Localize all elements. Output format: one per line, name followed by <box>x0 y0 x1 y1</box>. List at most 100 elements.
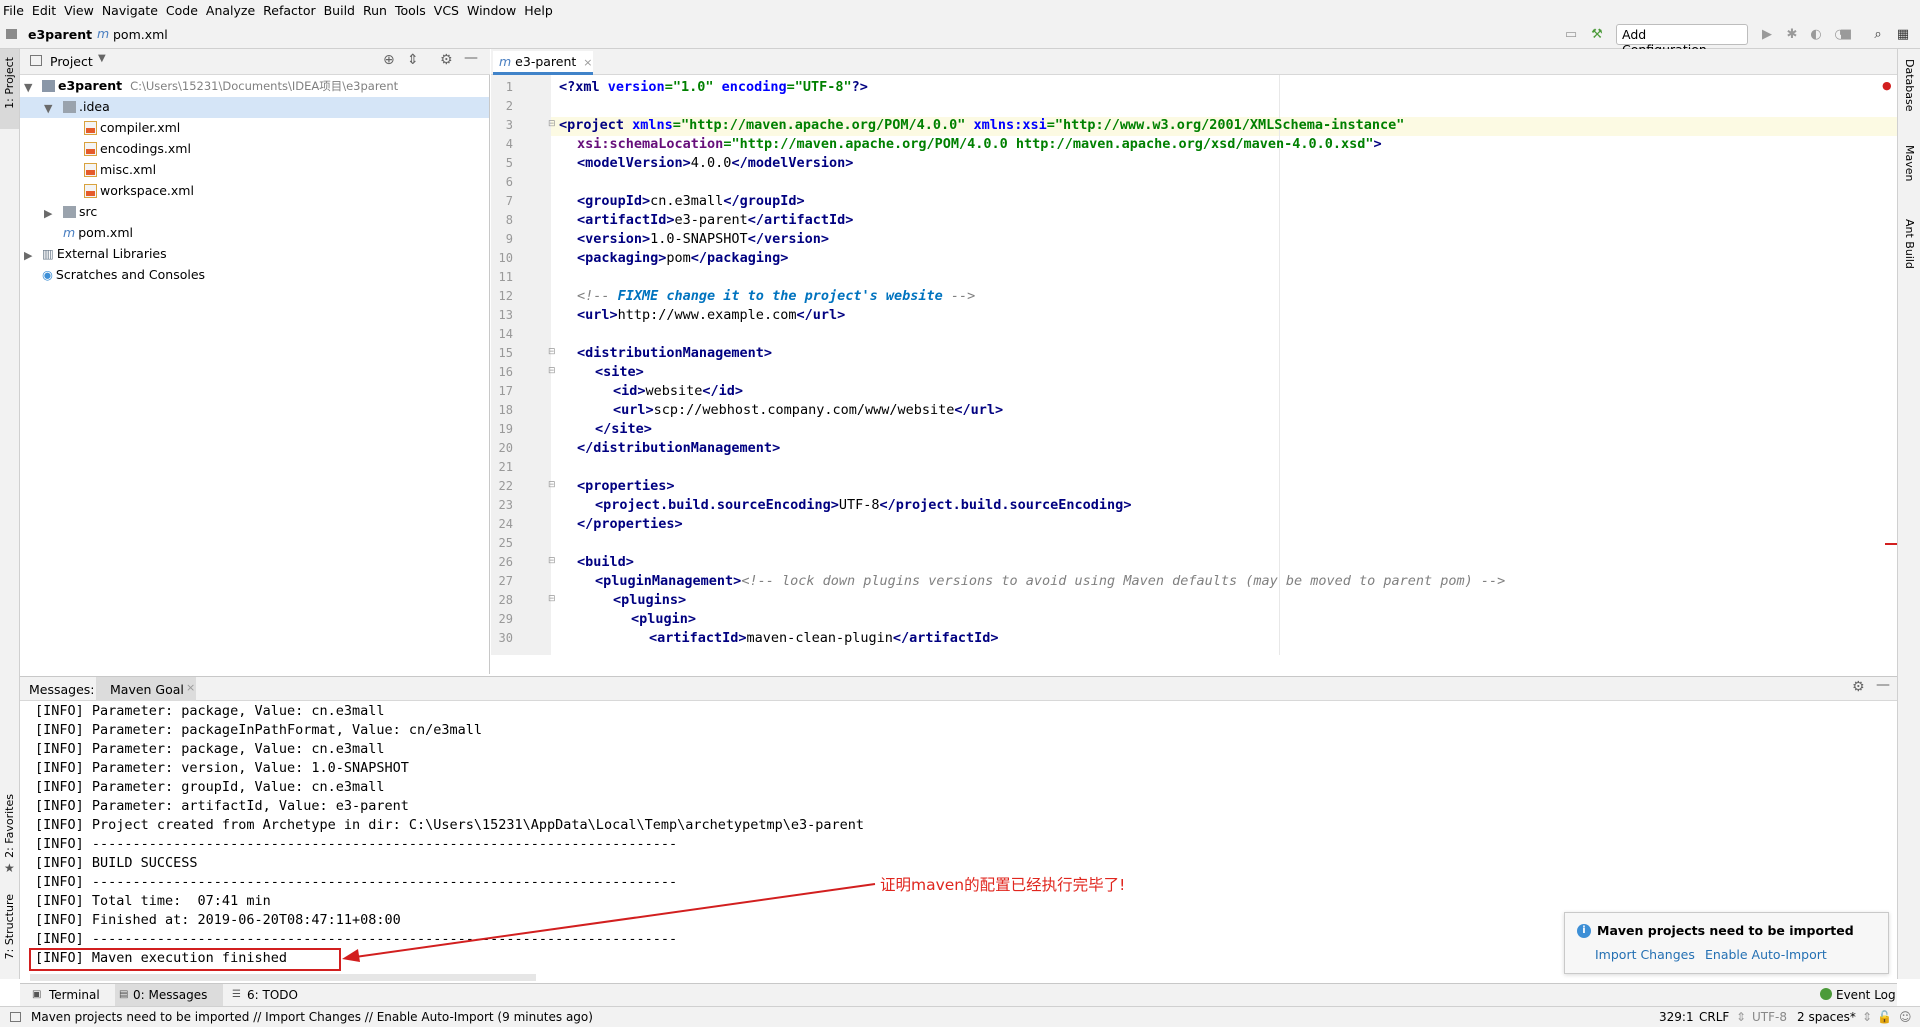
close-icon[interactable]: × <box>186 681 195 694</box>
maven-file-icon: m <box>63 225 76 240</box>
collapse-all-icon[interactable]: ⇕ <box>407 52 419 68</box>
debug-icon[interactable]: ✱ <box>1784 27 1800 43</box>
chevron-down-icon[interactable]: ▼ <box>98 53 106 64</box>
stop-icon[interactable]: ■ <box>1838 27 1854 43</box>
ant-build-tool-button[interactable]: Ant Build <box>1903 219 1916 269</box>
code-line-9: <version>1.0-SNAPSHOT</version> <box>577 231 829 247</box>
menu-run[interactable]: Run <box>360 3 390 18</box>
tree-item-pom-xml[interactable]: m pom.xml <box>63 223 133 243</box>
project-structure-icon[interactable]: ▦ <box>1895 27 1911 43</box>
editor-tab-e3-parent[interactable]: m e3-parent × <box>493 51 593 75</box>
add-configuration-button[interactable]: Add Configuration... <box>1616 24 1748 57</box>
menu-build[interactable]: Build <box>321 3 358 18</box>
favorites-tool-button[interactable]: 2: Favorites <box>3 794 16 858</box>
gear-icon[interactable]: ⚙ <box>440 52 453 68</box>
toggle-tool-windows-icon[interactable] <box>10 1012 21 1022</box>
layout-icon[interactable]: ▭ <box>1563 27 1579 43</box>
collapsed-arrow-icon[interactable]: ▶ <box>44 207 52 220</box>
tree-item-src[interactable]: src <box>63 202 97 222</box>
menu-analyze[interactable]: Analyze <box>203 3 258 18</box>
search-icon[interactable]: ⌕ <box>1870 27 1886 43</box>
project-tool-button[interactable]: 1: Project <box>3 57 16 109</box>
caret-position[interactable]: 329:1 <box>1659 1010 1694 1024</box>
menu-tools[interactable]: Tools <box>392 3 429 18</box>
maven-tool-button[interactable]: Maven <box>1903 145 1916 181</box>
lock-icon[interactable]: 🔓 <box>1877 1010 1892 1024</box>
build-hammer-icon[interactable]: ⚒ <box>1589 27 1605 43</box>
fold-icon[interactable]: ⊟ <box>548 594 556 604</box>
breadcrumb-project[interactable]: e3parent <box>28 27 92 42</box>
locate-icon[interactable]: ⊕ <box>383 52 395 68</box>
log-line: [INFO] Parameter: groupId, Value: cn.e3m… <box>35 779 385 795</box>
event-log-tool-button[interactable]: Event Log <box>1836 988 1896 1002</box>
menu-vcs[interactable]: VCS <box>431 3 462 18</box>
line-number: 16 <box>498 365 513 379</box>
tree-item-workspace-xml[interactable]: workspace.xml <box>84 181 194 201</box>
menu-window[interactable]: Window <box>464 3 519 18</box>
expand-arrow-icon[interactable]: ▼ <box>24 81 32 94</box>
status-message[interactable]: Maven projects need to be imported // Im… <box>31 1010 593 1024</box>
tree-item-root[interactable]: e3parent C:\Users\15231\Documents\IDEA项目… <box>42 76 398 96</box>
tree-item-scratches[interactable]: ◉ Scratches and Consoles <box>42 265 205 285</box>
menu-edit[interactable]: Edit <box>29 3 59 18</box>
fold-icon[interactable]: ⊟ <box>548 366 556 376</box>
menu-help[interactable]: Help <box>521 3 556 18</box>
terminal-tool-button[interactable]: Terminal <box>49 988 100 1002</box>
code-line-4: xsi:schemaLocation="http://maven.apache.… <box>577 136 1382 152</box>
database-tool-button[interactable]: Database <box>1903 59 1916 112</box>
collapsed-arrow-icon[interactable]: ▶ <box>24 249 32 262</box>
menu-refactor[interactable]: Refactor <box>260 3 318 18</box>
line-number: 28 <box>498 593 513 607</box>
file-encoding[interactable]: UTF-8 <box>1752 1010 1787 1024</box>
hide-icon[interactable]: — <box>1876 677 1890 693</box>
breadcrumb-file[interactable]: pom.xml <box>113 27 168 42</box>
menu-file[interactable]: File <box>0 3 27 18</box>
annotation-text: 证明maven的配置已经执行完毕了! <box>880 876 1126 894</box>
code-line-18: <url>scp://webhost.company.com/www/websi… <box>613 402 1004 418</box>
expand-arrow-icon[interactable]: ▼ <box>44 102 52 115</box>
close-icon[interactable]: × <box>583 56 592 69</box>
menu-code[interactable]: Code <box>163 3 201 18</box>
fold-icon[interactable]: ⊟ <box>548 480 556 490</box>
run-icon[interactable]: ▶ <box>1759 27 1775 43</box>
gear-icon[interactable]: ⚙ <box>1852 679 1865 695</box>
messages-tool-button[interactable]: 0: Messages <box>133 988 207 1002</box>
project-panel-header: Project ▼ ⊕ ⇕ ⚙ — <box>20 49 490 75</box>
library-icon: ▥ <box>42 246 54 261</box>
maven-goal-tab[interactable]: Maven Goal <box>110 682 184 697</box>
tree-item-misc-xml[interactable]: misc.xml <box>84 160 156 180</box>
line-number: 19 <box>498 422 513 436</box>
root-path: C:\Users\15231\Documents\IDEA项目\e3parent <box>130 79 399 93</box>
tree-label: src <box>79 204 98 219</box>
code-line-17: <id>website</id> <box>613 383 744 399</box>
line-number: 30 <box>498 631 513 645</box>
scratches-icon: ◉ <box>42 267 53 282</box>
code-line-20: </distributionManagement> <box>577 440 781 456</box>
fold-icon[interactable]: ⊟ <box>548 119 556 129</box>
fold-icon[interactable]: ⊟ <box>548 347 556 357</box>
coverage-icon[interactable]: ◐ <box>1808 27 1824 43</box>
hide-icon[interactable]: — <box>464 50 478 66</box>
line-separator[interactable]: CRLF <box>1699 1010 1729 1024</box>
line-number: 10 <box>498 251 513 265</box>
indent-settings[interactable]: 2 spaces* <box>1797 1010 1856 1024</box>
tree-item-compiler-xml[interactable]: compiler.xml <box>84 118 180 138</box>
line-number: 6 <box>505 175 513 189</box>
tree-item-idea[interactable]: .idea <box>63 97 110 117</box>
fold-icon[interactable]: ⊟ <box>548 556 556 566</box>
hector-icon[interactable]: ☺ <box>1899 1010 1912 1024</box>
structure-tool-button[interactable]: 7: Structure <box>3 894 16 959</box>
line-number: 25 <box>498 536 513 550</box>
tree-item-encodings-xml[interactable]: encodings.xml <box>84 139 191 159</box>
menu-view[interactable]: View <box>61 3 97 18</box>
enable-auto-import-link[interactable]: Enable Auto-Import <box>1705 947 1827 962</box>
menu-navigate[interactable]: Navigate <box>99 3 161 18</box>
tree-item-external-libraries[interactable]: ▥ External Libraries <box>42 244 167 264</box>
horizontal-scrollbar[interactable] <box>30 974 536 981</box>
import-changes-link[interactable]: Import Changes <box>1595 947 1695 962</box>
line-number: 1 <box>505 80 513 94</box>
log-line: [INFO] Parameter: package, Value: cn.e3m… <box>35 703 385 719</box>
todo-tool-button[interactable]: 6: TODO <box>247 988 298 1002</box>
status-bar: Maven projects need to be imported // Im… <box>0 1006 1920 1027</box>
project-view-selector[interactable]: Project <box>50 54 93 69</box>
